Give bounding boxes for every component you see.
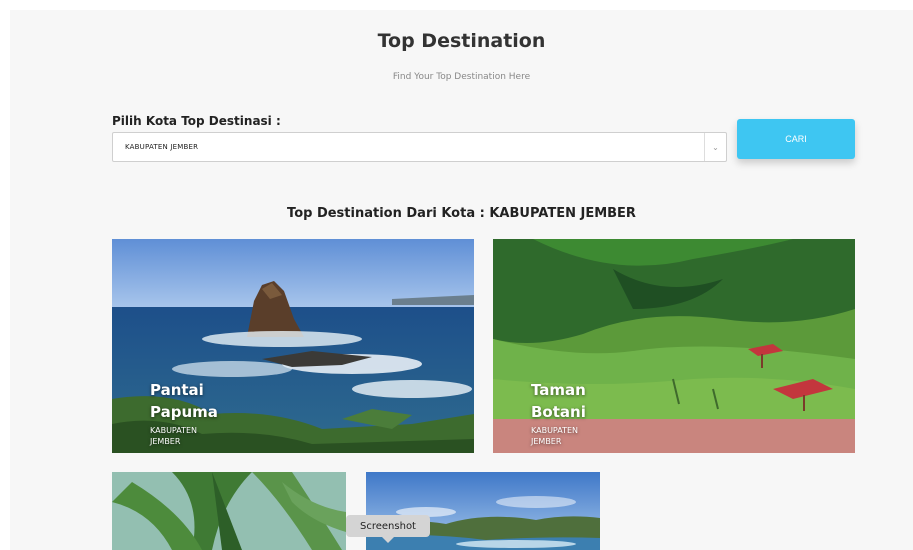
- destination-name: Taman Botani: [531, 381, 586, 421]
- destination-image-coast: [366, 472, 600, 550]
- results-heading: Top Destination Dari Kota : KABUPATEN JE…: [287, 206, 636, 221]
- page-subtitle: Find Your Top Destination Here: [392, 72, 531, 82]
- destination-card-taman-botani[interactable]: Taman Botani KABUPATEN JEMBER: [493, 239, 855, 453]
- destination-card-text: Pantai Papuma KABUPATEN JEMBER: [150, 379, 240, 447]
- destination-city: KABUPATEN JEMBER: [150, 426, 198, 446]
- tooltip-arrow: [382, 537, 394, 543]
- page-title: Top Destination: [377, 30, 546, 52]
- city-select[interactable]: KABUPATEN JEMBER ⌄: [112, 132, 727, 162]
- page-container: Top Destination Find Your Top Destinatio…: [10, 10, 913, 550]
- destination-card-4[interactable]: [366, 472, 600, 550]
- destination-name: Pantai Papuma: [150, 381, 218, 421]
- city-select-value: KABUPATEN JEMBER: [125, 143, 199, 151]
- destination-city: KABUPATEN JEMBER: [531, 426, 579, 446]
- search-button[interactable]: CARI: [737, 119, 855, 159]
- destination-card-pantai-papuma[interactable]: Pantai Papuma KABUPATEN JEMBER: [112, 239, 474, 453]
- screenshot-tooltip: Screenshot: [346, 515, 430, 537]
- chevron-down-icon[interactable]: ⌄: [704, 133, 726, 161]
- city-select-label: Pilih Kota Top Destinasi :: [112, 114, 281, 128]
- destination-card-3[interactable]: [112, 472, 346, 550]
- destination-image-palm: [112, 472, 346, 550]
- destination-card-text: Taman Botani KABUPATEN JEMBER: [531, 379, 621, 447]
